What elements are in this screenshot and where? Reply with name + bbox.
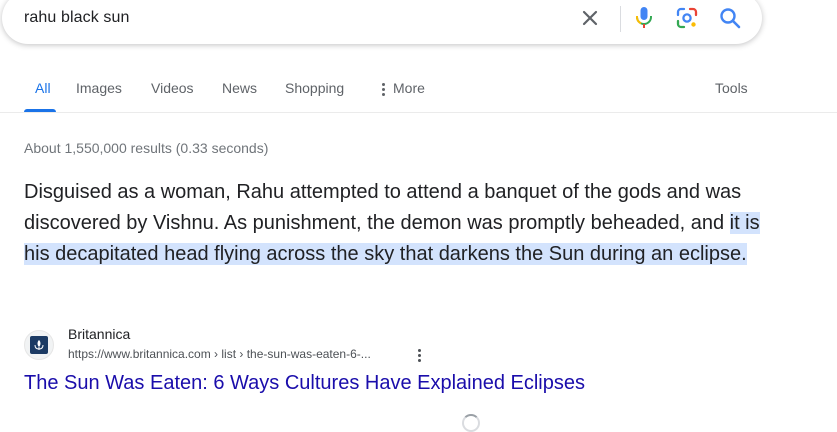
more-options-icon[interactable] xyxy=(416,348,422,364)
search-bar-divider xyxy=(620,6,621,32)
search-bar[interactable]: rahu black sun xyxy=(2,0,762,44)
britannica-favicon-icon xyxy=(24,330,54,360)
site-name: Britannica xyxy=(68,326,131,342)
tab-shopping[interactable]: Shopping xyxy=(285,80,344,96)
tools-button[interactable]: Tools xyxy=(715,80,748,96)
tab-images[interactable]: Images xyxy=(76,80,122,96)
tab-more-label: More xyxy=(393,80,425,96)
camera-lens-icon[interactable] xyxy=(674,5,700,31)
search-icon[interactable] xyxy=(717,5,743,31)
tab-videos[interactable]: Videos xyxy=(151,80,194,96)
snippet-text: Disguised as a woman, Rahu attempted to … xyxy=(24,181,742,234)
featured-snippet: Disguised as a woman, Rahu attempted to … xyxy=(24,177,764,270)
search-tabs: All Images Videos News Shopping More Too… xyxy=(0,66,837,113)
more-vert-icon xyxy=(382,81,385,98)
close-icon[interactable] xyxy=(577,5,603,31)
search-input[interactable]: rahu black sun xyxy=(24,9,129,27)
microphone-icon[interactable] xyxy=(631,5,657,31)
result-stats: About 1,550,000 results (0.33 seconds) xyxy=(24,140,269,156)
result-source[interactable]: Britannica https://www.britannica.com › … xyxy=(24,324,444,368)
active-tab-indicator xyxy=(24,109,56,112)
site-url: https://www.britannica.com › list › the-… xyxy=(68,347,371,361)
tab-news[interactable]: News xyxy=(222,80,257,96)
result-title-link[interactable]: The Sun Was Eaten: 6 Ways Cultures Have … xyxy=(24,372,585,395)
tab-all[interactable]: All xyxy=(35,80,51,96)
loading-spinner-icon xyxy=(462,414,480,432)
tab-more[interactable]: More xyxy=(382,80,425,98)
